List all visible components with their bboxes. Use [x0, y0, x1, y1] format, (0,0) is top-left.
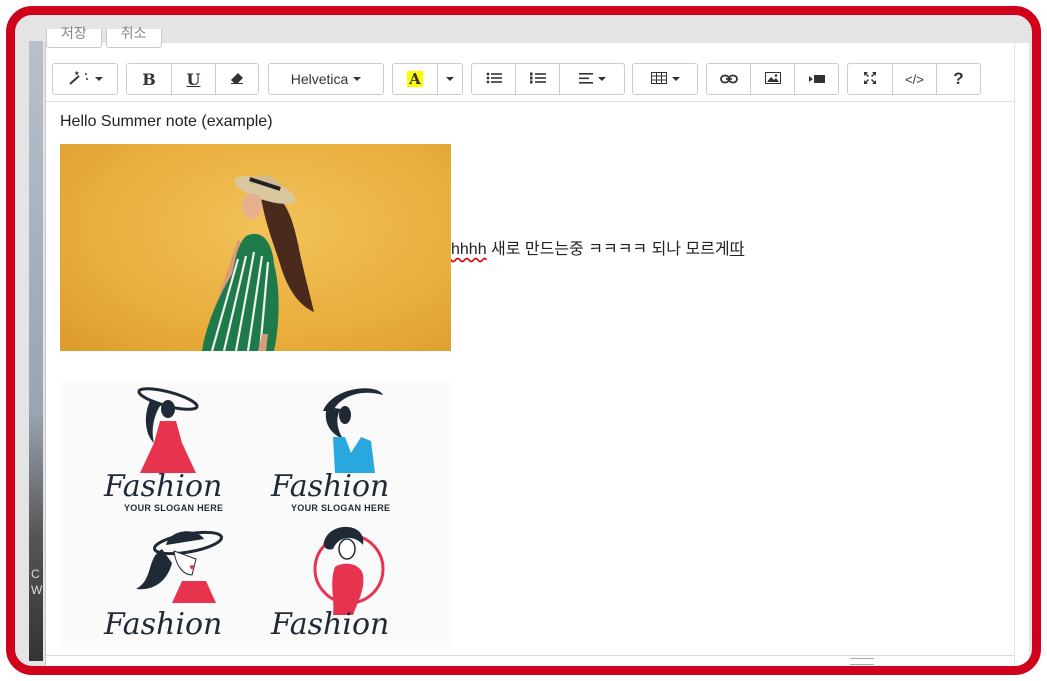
- color-label: A: [407, 70, 423, 88]
- action-tabs: 저장 취소: [46, 26, 162, 55]
- woman-photo[interactable]: [60, 144, 451, 351]
- chevron-down-icon: [446, 77, 454, 81]
- picture-button[interactable]: [750, 63, 795, 95]
- fashion-word: Fashion: [104, 607, 223, 642]
- unordered-list-button[interactable]: [471, 63, 516, 95]
- inline-text-line: hhhh 새로 만드는중 ㅋㅋㅋㅋ 되나 모르게따: [451, 235, 744, 259]
- slogan-text: YOUR SLOGAN HERE: [291, 503, 391, 513]
- insert-group: [706, 63, 839, 95]
- ordered-list-button[interactable]: [515, 63, 560, 95]
- resize-handle[interactable]: [850, 658, 874, 665]
- highlight-frame: C W 저장 취소 B U Helvetica A </> ? Hello Su…: [6, 6, 1041, 675]
- paragraph-group: [471, 63, 625, 95]
- eraser-icon: [230, 71, 244, 87]
- color-dropdown-button[interactable]: [437, 63, 463, 95]
- misspelled-word: hhhh: [451, 241, 487, 258]
- editor-statusbar: [46, 655, 1014, 666]
- unordered-list-icon: [486, 71, 502, 87]
- chevron-down-icon: [671, 77, 680, 81]
- fashion-logo-blue-top: Fashion YOUR SLOGAN HERE: [263, 381, 423, 515]
- font-name-dropdown[interactable]: Helvetica: [268, 63, 384, 95]
- video-icon: [808, 71, 825, 87]
- style-group: [52, 63, 118, 95]
- picture-icon: [764, 71, 781, 87]
- chevron-down-icon: [597, 77, 606, 81]
- clear-format-button[interactable]: [215, 63, 259, 95]
- fashion-word: Fashion: [104, 469, 223, 504]
- link-icon: [719, 71, 738, 87]
- chevron-down-icon: [353, 77, 362, 81]
- strip-text: C: [31, 567, 40, 581]
- fashion-logo-red-circle: Fashion: [263, 519, 423, 647]
- style-button[interactable]: [52, 63, 118, 95]
- color-group: A: [392, 63, 463, 95]
- font-name-label: Helvetica: [290, 71, 349, 87]
- fullscreen-button[interactable]: [847, 63, 893, 95]
- cancel-tab[interactable]: 취소: [105, 26, 162, 48]
- magic-wand-icon: [68, 70, 90, 88]
- fashion-word: Fashion: [271, 469, 390, 504]
- underline-button[interactable]: U: [171, 63, 216, 95]
- fashion-logos-image[interactable]: Fashion YOUR SLOGAN HERE Fashion YOUR SL…: [60, 381, 451, 647]
- ordered-list-icon: [529, 71, 546, 87]
- color-button[interactable]: A: [392, 63, 438, 95]
- align-left-icon: [578, 71, 593, 87]
- fashion-logo-hat-face: Fashion: [96, 519, 256, 647]
- right-panel: [1015, 43, 1029, 666]
- view-group: </> ?: [847, 63, 981, 95]
- summernote-editor: 저장 취소 B U Helvetica A </> ? Hello Summer…: [45, 26, 1014, 666]
- strip-text: W: [31, 583, 43, 597]
- editor-toolbar: B U Helvetica A </> ?: [46, 57, 1014, 102]
- link-button[interactable]: [706, 63, 751, 95]
- inline-text-last-char: 따: [729, 241, 745, 258]
- help-button[interactable]: ?: [936, 63, 981, 95]
- content-heading: Hello Summer note (example): [60, 113, 273, 130]
- table-dropdown[interactable]: [632, 63, 698, 95]
- table-group: [632, 63, 698, 95]
- fullscreen-icon: [863, 71, 877, 88]
- chevron-down-icon: [94, 77, 103, 81]
- font-name-group: Helvetica: [268, 63, 384, 95]
- save-tab[interactable]: 저장: [46, 26, 102, 48]
- align-dropdown[interactable]: [559, 63, 625, 95]
- table-icon: [650, 71, 667, 87]
- background-window-strip: C W: [29, 41, 43, 661]
- inline-text-body: 새로 만드는중 ㅋㅋㅋㅋ 되나 모르게: [486, 241, 730, 258]
- bold-button[interactable]: B: [126, 63, 172, 95]
- slogan-text: YOUR SLOGAN HERE: [124, 503, 224, 513]
- video-button[interactable]: [794, 63, 839, 95]
- fashion-word: Fashion: [271, 607, 390, 642]
- editor-content[interactable]: Hello Summer note (example) hhhh 새로 만드는중…: [60, 113, 1000, 647]
- fashion-logo-pink-dress: Fashion YOUR SLOGAN HERE: [96, 381, 256, 515]
- code-view-button[interactable]: </>: [892, 63, 937, 95]
- font-style-group: B U: [126, 63, 259, 95]
